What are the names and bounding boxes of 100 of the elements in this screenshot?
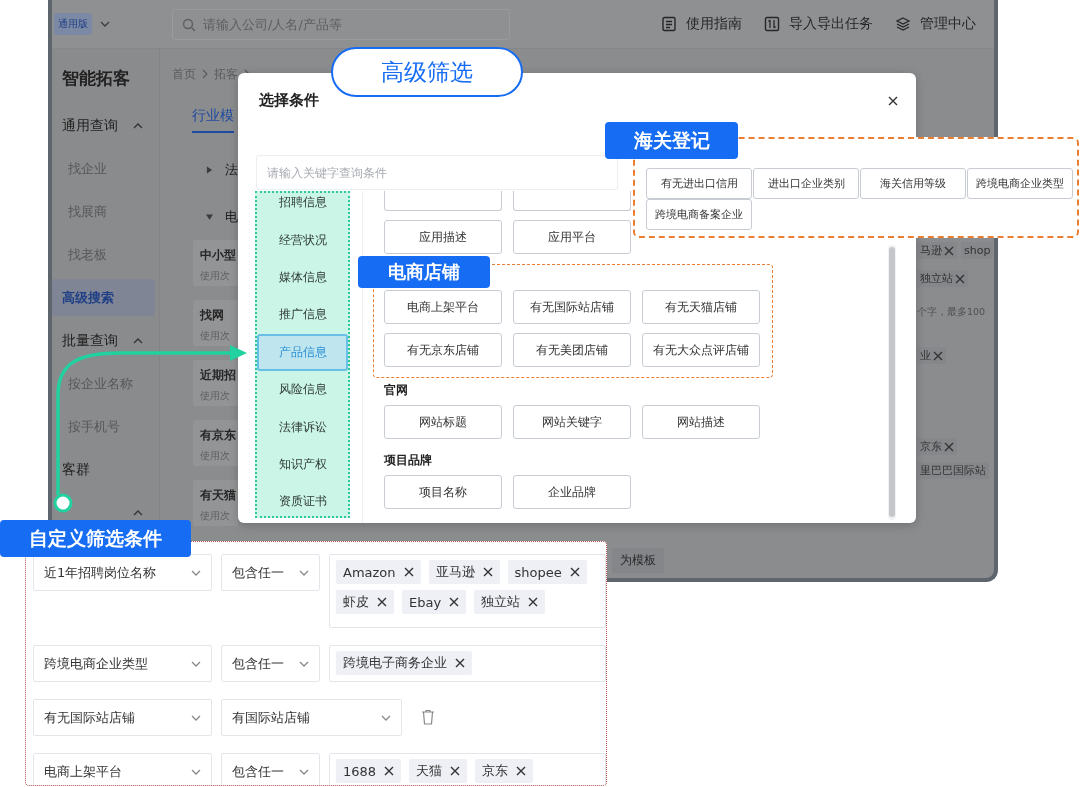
close-icon[interactable] xyxy=(403,567,414,577)
operator-select[interactable]: 包含任一 xyxy=(221,753,320,785)
option-button[interactable]: 电商上架平台 xyxy=(384,290,502,324)
close-icon[interactable] xyxy=(384,766,395,776)
tag: 马逊 xyxy=(917,242,957,259)
callout-label: 电商店铺 xyxy=(358,256,490,288)
tag: 里巴巴国际站 xyxy=(917,462,989,479)
option-button[interactable]: 网站关键字 xyxy=(513,405,631,439)
tag: 跨境电子商务企业 xyxy=(336,651,472,675)
option-button[interactable]: 有无天猫店铺 xyxy=(642,290,760,324)
close-icon[interactable] xyxy=(516,766,527,776)
card-title: 找网 xyxy=(200,307,225,324)
option-button[interactable]: 网站标题 xyxy=(384,405,502,439)
category-item[interactable]: 知识产权 xyxy=(257,445,348,484)
category-item[interactable]: 推广信息 xyxy=(257,296,348,334)
save-template-button[interactable]: 为模板 xyxy=(612,548,664,573)
category-item[interactable]: 资质证书 xyxy=(257,483,348,516)
option-button[interactable]: 跨境电商备案企业 xyxy=(646,199,752,230)
option-button[interactable]: 应用平台 xyxy=(513,220,631,254)
operator-select[interactable]: 包含任一 xyxy=(221,645,320,682)
close-icon[interactable] xyxy=(482,567,493,577)
headline-badge: 高级筛选 xyxy=(331,47,523,97)
close-icon[interactable] xyxy=(449,597,460,607)
option-button[interactable]: 有无进出口信用 xyxy=(646,168,752,199)
value-select[interactable]: 有国际站店铺 xyxy=(221,699,402,736)
tag-input[interactable]: 1688 天猫 京东 xyxy=(329,753,606,785)
tag: 京东 xyxy=(917,438,957,455)
card-title: 近期招 xyxy=(200,367,237,384)
option-button[interactable]: 有无大众点评店铺 xyxy=(642,333,760,367)
clipped-button[interactable] xyxy=(513,191,631,211)
tag: 1688 xyxy=(336,759,402,783)
scrollbar[interactable] xyxy=(888,245,896,520)
category-item[interactable]: 风险信息 xyxy=(257,370,348,409)
field-select[interactable]: 跨境电商企业类型 xyxy=(33,645,212,682)
callout-label: 海关登记 xyxy=(605,122,738,159)
chevron-down-icon xyxy=(191,660,201,667)
section-title: 官网 xyxy=(384,382,409,399)
chevron-down-icon xyxy=(299,660,309,667)
tag-input[interactable]: Amazon 亚马逊 shopee 虾皮 Ebay 独立站 xyxy=(329,554,606,628)
operator-select[interactable]: 包含任一 xyxy=(221,554,320,591)
option-button[interactable]: 项目名称 xyxy=(384,475,502,509)
callout-label: 自定义筛选条件 xyxy=(0,520,191,557)
option-button[interactable]: 进出口企业类别 xyxy=(753,168,859,199)
tag: shopee xyxy=(507,560,587,584)
close-icon[interactable] xyxy=(888,96,898,106)
modal-title: 选择条件 xyxy=(259,91,319,110)
document-icon xyxy=(661,16,677,32)
chevron-down-icon xyxy=(299,569,309,576)
chevron-down-icon xyxy=(191,714,201,721)
layers-icon xyxy=(895,16,911,32)
tag: 天猫 xyxy=(409,759,468,783)
field-select[interactable]: 电商上架平台 xyxy=(33,753,212,785)
option-button[interactable]: 有无国际站店铺 xyxy=(513,290,631,324)
option-button[interactable]: 应用描述 xyxy=(384,220,502,254)
tag: Amazon xyxy=(336,560,421,584)
tag: 独立站 xyxy=(474,590,546,614)
import-export-icon xyxy=(764,16,780,32)
tag: 虾皮 xyxy=(336,590,394,614)
option-button[interactable]: 有无京东店铺 xyxy=(384,333,502,367)
option-button[interactable]: 网站描述 xyxy=(642,405,760,439)
category-item[interactable]: 招聘信息 xyxy=(257,193,348,222)
sidebar-group[interactable]: 客群 xyxy=(62,460,90,479)
search-icon xyxy=(182,17,196,32)
chevron-down-icon xyxy=(100,21,110,27)
triangle-right-icon[interactable] xyxy=(206,165,213,174)
chevron-down-icon xyxy=(299,768,309,775)
category-item[interactable]: 媒体信息 xyxy=(257,258,348,297)
category-item[interactable]: 法律诉讼 xyxy=(257,408,348,446)
chevron-down-icon xyxy=(381,714,391,721)
card-title: 中小型 xyxy=(200,247,237,264)
close-icon[interactable] xyxy=(569,567,580,577)
tag-input[interactable]: 跨境电子商务企业 xyxy=(329,645,606,682)
card-title: 有天猫 xyxy=(200,487,237,504)
toolbar-button[interactable]: 导入导出任务 xyxy=(764,15,873,33)
category-item[interactable]: 经营状况 xyxy=(257,221,348,259)
sidebar-title: 智能拓客 xyxy=(61,67,131,90)
triangle-down-icon[interactable] xyxy=(206,212,213,221)
tag: 亚马逊 xyxy=(428,560,500,584)
tag: 业 xyxy=(917,347,946,364)
close-icon[interactable] xyxy=(377,597,387,607)
close-icon[interactable] xyxy=(450,766,461,776)
close-icon[interactable] xyxy=(455,658,465,668)
option-button[interactable]: 跨境电商企业类型 xyxy=(967,168,1073,199)
trash-icon[interactable] xyxy=(421,709,435,725)
option-button[interactable]: 海关信用等级 xyxy=(860,168,966,199)
option-button[interactable]: 有无美团店铺 xyxy=(513,333,631,367)
field-select[interactable]: 有无国际站店铺 xyxy=(33,699,212,736)
sidebar-group[interactable]: 批量查询 xyxy=(62,331,118,350)
clipped-button[interactable] xyxy=(384,191,502,211)
tree-label: 电 xyxy=(225,207,238,226)
section-title: 项目品牌 xyxy=(384,452,433,469)
toolbar-button[interactable]: 管理中心 xyxy=(895,15,976,33)
close-icon[interactable] xyxy=(528,597,539,607)
toolbar-button[interactable]: 使用指南 xyxy=(661,15,742,33)
sidebar-group[interactable]: 通用查询 xyxy=(62,116,118,135)
field-select[interactable]: 近1年招聘岗位名称 xyxy=(33,554,212,591)
tag: Ebay xyxy=(402,590,467,614)
chevron-down-icon xyxy=(191,768,201,775)
option-button[interactable]: 企业品牌 xyxy=(513,475,631,509)
card-title: 有京东 xyxy=(200,427,237,444)
